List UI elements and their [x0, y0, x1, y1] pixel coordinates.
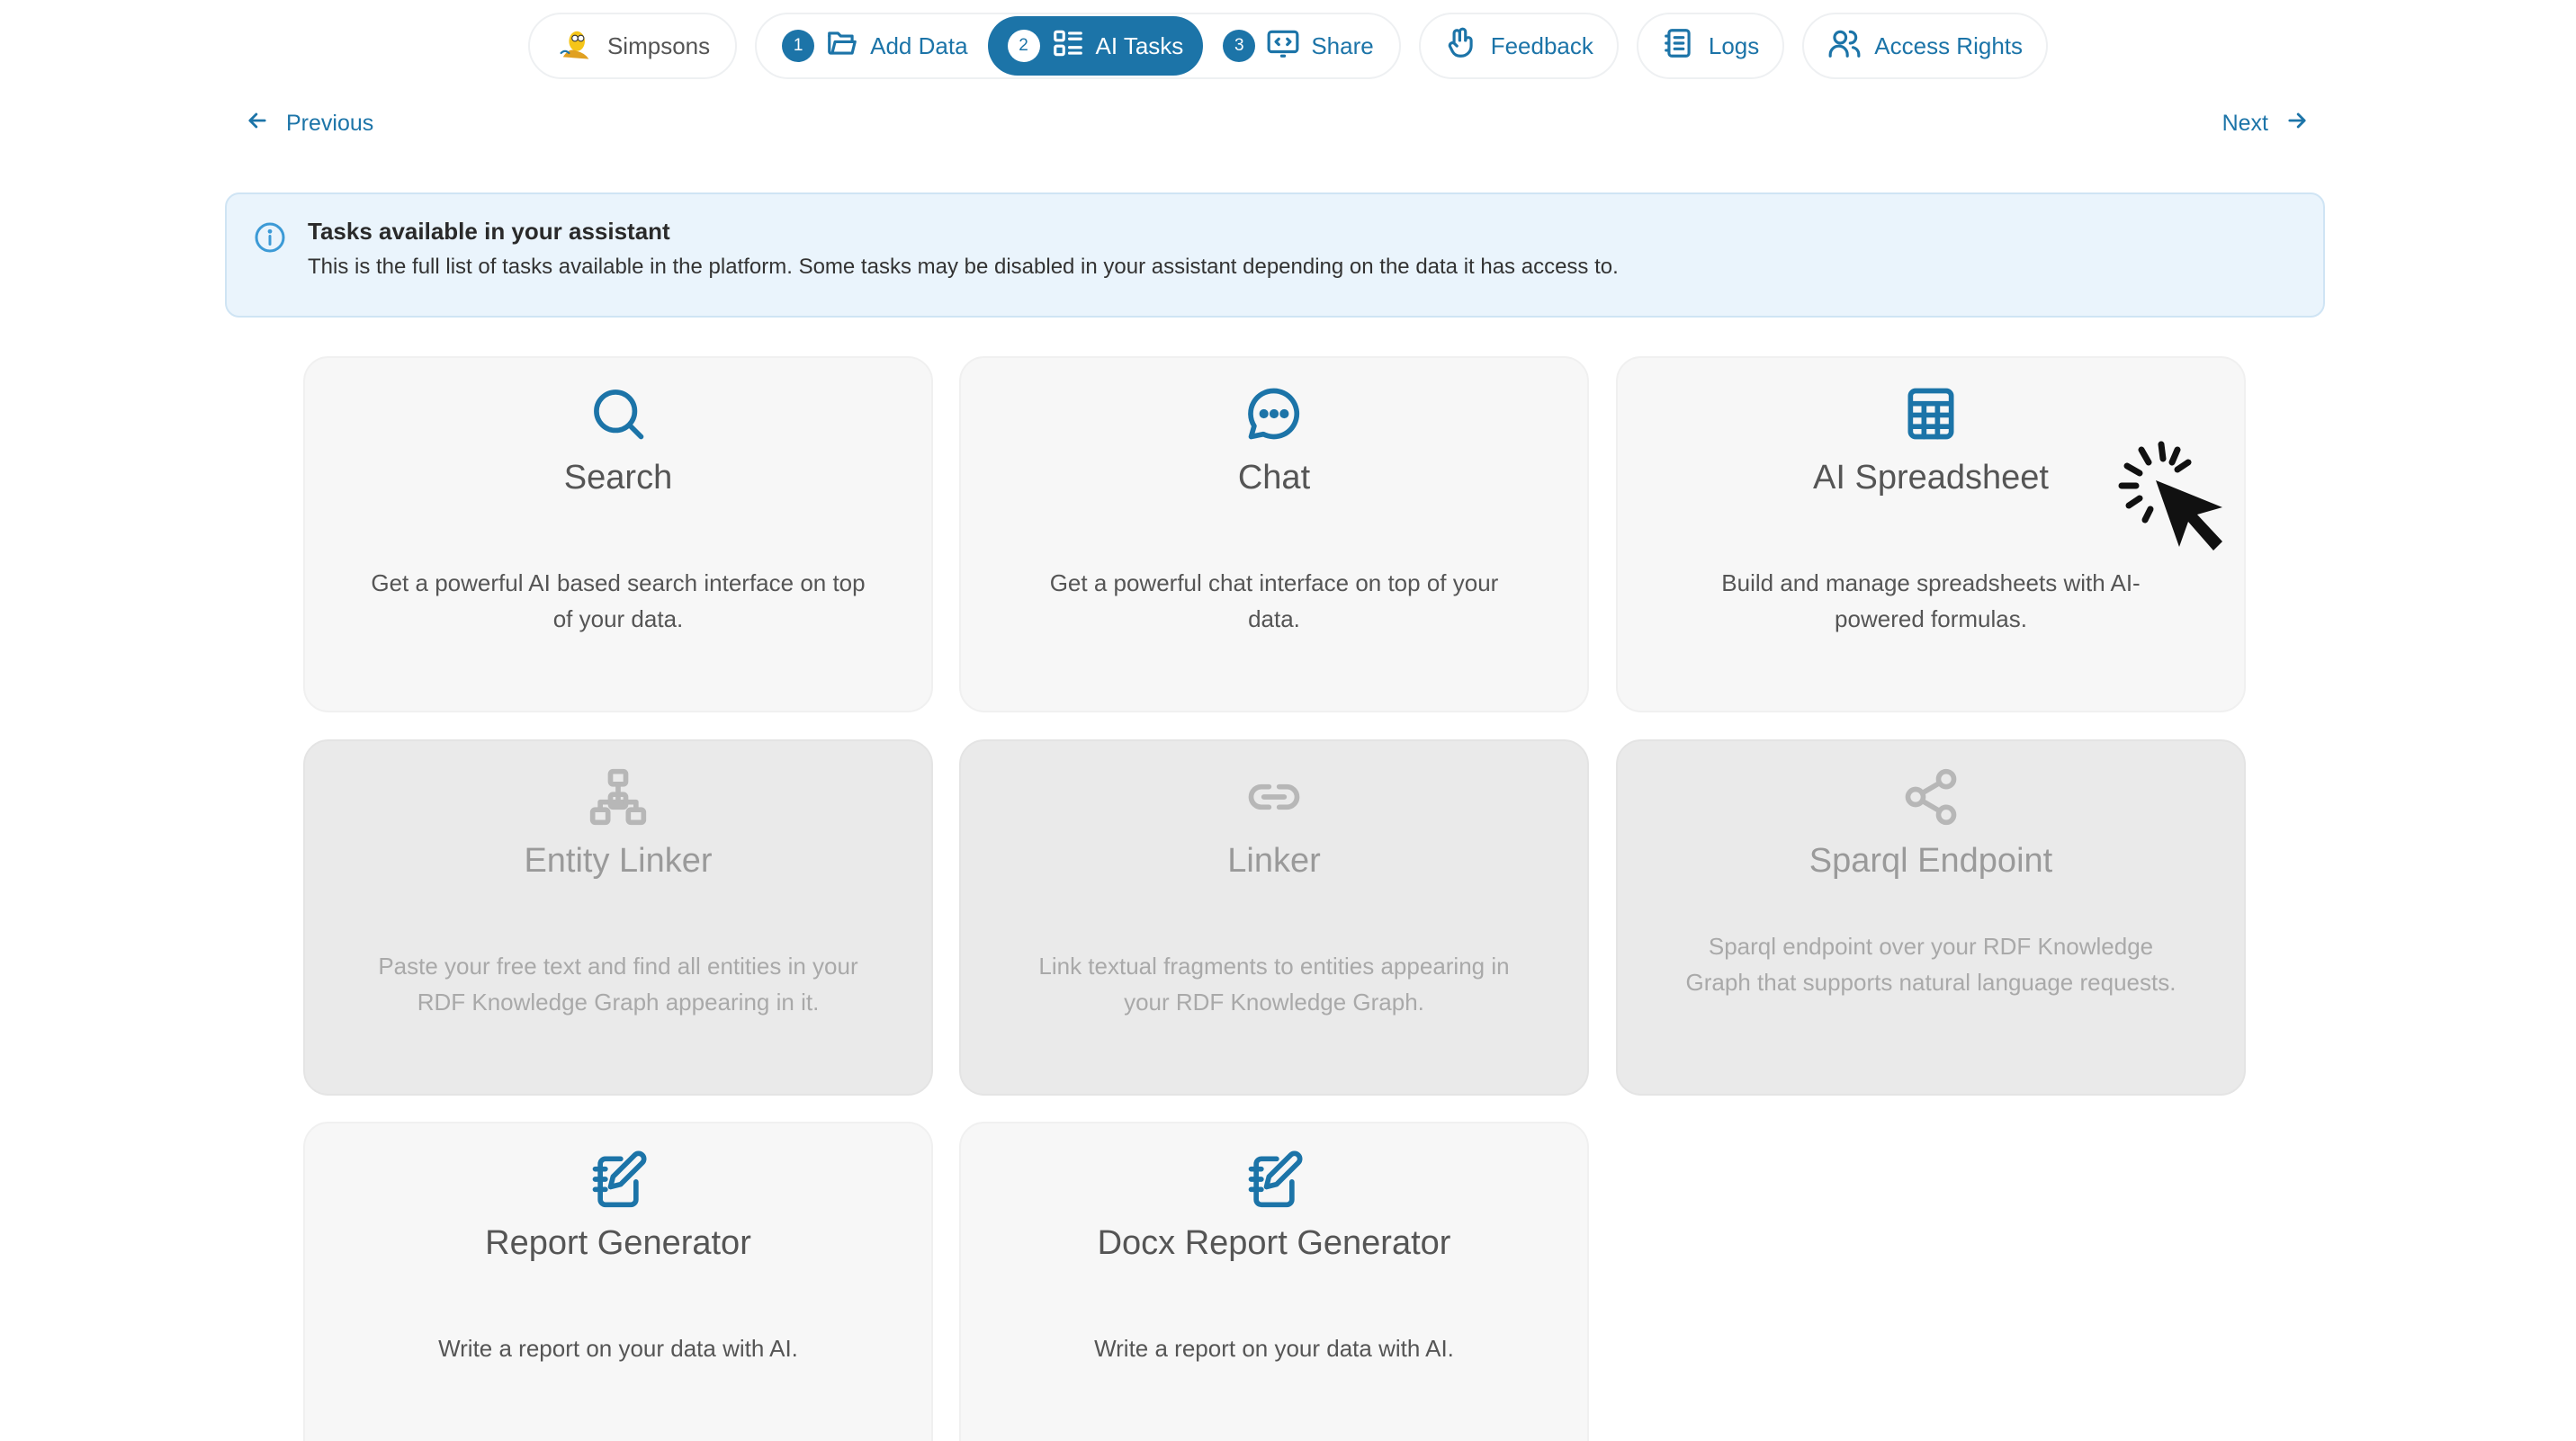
users-icon	[1827, 26, 1862, 67]
card-title: Report Generator	[485, 1224, 751, 1262]
notebook-pen-icon	[588, 1149, 649, 1210]
card-description: Build and manage spreadsheets with AI-po…	[1721, 569, 2141, 632]
step-add-data[interactable]: 1 Add Data	[762, 16, 987, 76]
card-title: Linker	[1227, 842, 1321, 880]
mouse-cursor-icon	[2105, 435, 2231, 561]
search-icon	[588, 383, 649, 444]
banner-title: Tasks available in your assistant	[308, 218, 670, 245]
step-ai-tasks[interactable]: 2 AI Tasks	[987, 16, 1204, 76]
next-label: Next	[2221, 111, 2268, 136]
link-icon	[1243, 766, 1305, 828]
wizard-steps: 1 Add Data 2 AI Tasks 3 Share	[755, 13, 1401, 79]
previous-label: Previous	[286, 111, 374, 136]
card-description: Get a powerful chat interface on top of …	[1049, 569, 1499, 632]
task-card-sparql-endpoint[interactable]: Sparql Endpoint Sparql endpoint over you…	[1616, 739, 2246, 1096]
logs-label: Logs	[1708, 31, 1760, 59]
info-banner: Tasks available in your assistant This i…	[225, 192, 2325, 318]
arrow-left-icon	[245, 108, 270, 139]
step-label: Share	[1311, 31, 1374, 59]
task-card-chat[interactable]: Chat Get a powerful chat interface on to…	[959, 356, 1589, 712]
top-navigation: Simpsons 1 Add Data 2 AI Tasks 3 Share F…	[0, 13, 2576, 79]
step-number: 1	[782, 30, 815, 62]
task-card-search[interactable]: Search Get a powerful AI based search in…	[303, 356, 933, 712]
code-window-icon	[1266, 26, 1300, 67]
card-title: Sparql Endpoint	[1809, 842, 2053, 880]
card-title: Docx Report Generator	[1097, 1224, 1451, 1262]
next-button[interactable]: Next	[2222, 108, 2310, 139]
card-description: Get a powerful AI based search interface…	[371, 569, 866, 632]
hierarchy-icon	[588, 766, 649, 828]
step-number: 3	[1223, 30, 1256, 62]
step-label: AI Tasks	[1095, 31, 1184, 59]
task-card-linker[interactable]: Linker Link textual fragments to entitie…	[959, 739, 1589, 1096]
card-description: Link textual fragments to entities appea…	[1038, 953, 1510, 1016]
previous-button[interactable]: Previous	[245, 108, 373, 139]
project-name: Simpsons	[606, 31, 711, 59]
step-number: 2	[1007, 30, 1040, 62]
arrow-right-icon	[2284, 108, 2310, 139]
notebook-pen-icon	[1243, 1149, 1305, 1210]
card-description: Write a report on your data with AI.	[1094, 1335, 1454, 1362]
logs-button[interactable]: Logs	[1636, 13, 1785, 79]
project-selector[interactable]: Simpsons	[527, 13, 738, 79]
share-nodes-icon	[1900, 766, 1961, 828]
chat-icon	[1243, 383, 1305, 444]
folder-icon	[825, 26, 859, 67]
logs-icon	[1662, 26, 1696, 67]
info-icon	[254, 221, 286, 254]
project-avatar-icon	[555, 23, 595, 69]
access-rights-button[interactable]: Access Rights	[1802, 13, 2049, 79]
card-description: Sparql endpoint over your RDF Knowledge …	[1685, 933, 2177, 996]
spreadsheet-icon	[1900, 383, 1961, 444]
task-card-docx-report-generator[interactable]: Docx Report Generator Write a report on …	[959, 1122, 1589, 1441]
list-icon	[1051, 26, 1085, 67]
feedback-label: Feedback	[1490, 31, 1593, 59]
card-title: Entity Linker	[524, 842, 713, 880]
step-share[interactable]: 3 Share	[1203, 16, 1393, 76]
card-description: Paste your free text and find all entiti…	[378, 953, 858, 1016]
task-card-entity-linker[interactable]: Entity Linker Paste your free text and f…	[303, 739, 933, 1096]
access-rights-label: Access Rights	[1874, 31, 2024, 59]
feedback-icon	[1444, 26, 1478, 67]
card-title: Search	[563, 459, 673, 497]
feedback-button[interactable]: Feedback	[1418, 13, 1619, 79]
card-description: Write a report on your data with AI.	[438, 1335, 798, 1362]
step-label: Add Data	[870, 31, 968, 59]
task-card-report-generator[interactable]: Report Generator Write a report on your …	[303, 1122, 933, 1441]
card-title: Chat	[1237, 459, 1311, 497]
banner-text: This is the full list of tasks available…	[308, 255, 1619, 279]
